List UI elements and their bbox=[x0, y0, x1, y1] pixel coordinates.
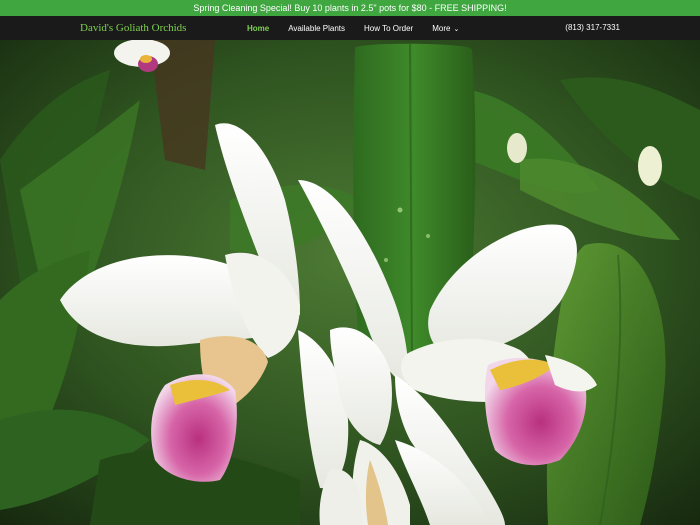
phone-number[interactable]: (813) 317-7331 bbox=[565, 16, 620, 40]
promo-text: Spring Cleaning Special! Buy 10 plants i… bbox=[193, 3, 507, 13]
nav-how-to-order[interactable]: How To Order bbox=[364, 24, 413, 33]
nav-available-plants[interactable]: Available Plants bbox=[288, 24, 345, 33]
page: Spring Cleaning Special! Buy 10 plants i… bbox=[0, 0, 700, 525]
hero-orchid-photo bbox=[0, 40, 700, 525]
nav-links: Home Available Plants How To Order More ⌄ bbox=[247, 16, 478, 40]
promo-banner[interactable]: Spring Cleaning Special! Buy 10 plants i… bbox=[0, 0, 700, 16]
nav-more-label: More bbox=[432, 23, 451, 33]
chevron-down-icon: ⌄ bbox=[453, 25, 460, 33]
brand-logo[interactable]: David's Goliath Orchids bbox=[80, 16, 186, 40]
nav-more[interactable]: More ⌄ bbox=[432, 24, 459, 33]
top-nav: David's Goliath Orchids Home Available P… bbox=[0, 16, 700, 40]
nav-home[interactable]: Home bbox=[247, 24, 269, 33]
